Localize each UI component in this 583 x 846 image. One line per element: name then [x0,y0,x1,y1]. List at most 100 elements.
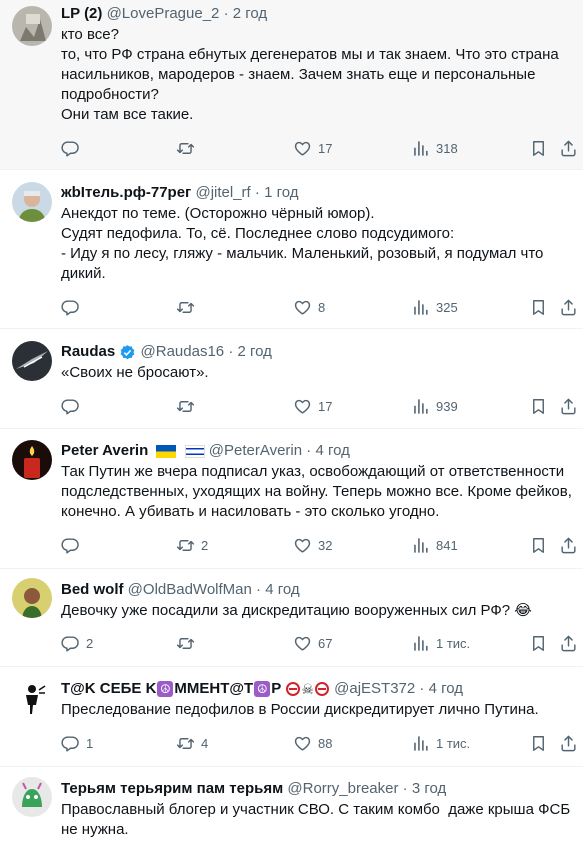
bookmark-button[interactable] [529,138,548,158]
tweet-actions: 2 32 841 [61,535,581,555]
author-handle[interactable]: @ajEST372 [334,680,415,697]
tweet[interactable]: Bed wolf @OldBadWolfMan · 4 год Девочку … [0,569,583,667]
like-button[interactable]: 67 [293,633,332,653]
tweet-actions: 2 67 1 тис. [61,633,581,653]
like-icon [293,397,312,416]
retweet-icon [176,397,195,416]
timestamp[interactable]: 4 год [315,442,349,459]
tweet[interactable]: LP (2) @LovePrague_2 · 2 год кто все? то… [0,0,583,170]
avatar[interactable] [12,440,52,480]
avatar[interactable] [12,182,52,222]
peace-symbol-icon: ☮ [157,681,174,698]
timestamp[interactable]: 1 год [264,184,298,201]
avatar[interactable] [12,578,52,618]
author-name[interactable]: LP (2) [61,5,102,22]
share-icon [559,634,578,653]
views-icon [411,397,430,416]
retweet-button[interactable] [176,633,201,653]
share-button[interactable] [559,535,578,555]
author-name[interactable]: жbIтель.рф-77рег [61,184,191,201]
views-icon [411,536,430,555]
reply-button[interactable] [61,138,86,158]
author-name[interactable]: Bed wolf [61,581,124,598]
retweet-icon [176,734,195,753]
share-button[interactable] [559,138,578,158]
share-button[interactable] [559,297,578,317]
retweet-icon [176,139,195,158]
reply-button[interactable] [61,535,86,555]
share-icon [559,734,578,753]
author-name[interactable]: Peter Averin [61,442,148,459]
views-icon [411,634,430,653]
views-button[interactable]: 841 [411,535,458,555]
like-button[interactable]: 32 [293,535,332,555]
author-name[interactable]: Raudas [61,343,115,360]
reply-button[interactable]: 2 [61,633,93,653]
bookmark-icon [529,734,548,753]
timestamp[interactable]: 4 год [265,581,299,598]
author-handle[interactable]: @LovePrague_2 [107,5,220,22]
share-icon [559,298,578,317]
avatar[interactable] [12,678,52,718]
like-button[interactable]: 8 [293,297,325,317]
views-button[interactable]: 325 [411,297,458,317]
author-handle[interactable]: @jitel_rf [195,184,250,201]
retweet-button[interactable]: 4 [176,733,208,753]
ukraine-flag-icon [156,444,177,458]
bookmark-icon [529,139,548,158]
author-handle[interactable]: @OldBadWolfMan [128,581,252,598]
tweet[interactable]: Peter Averin @PeterAverin · 4 год Так Пу… [0,429,583,569]
reply-button[interactable]: 1 [61,733,93,753]
like-button[interactable]: 88 [293,733,332,753]
tweet-text: Девочку уже посадили за дискредитацию во… [61,602,532,619]
timestamp[interactable]: 4 год [429,680,463,697]
bookmark-button[interactable] [529,396,548,416]
reply-icon [61,397,80,416]
tweet[interactable]: жbIтель.рф-77рег @jitel_rf · 1 год Анекд… [0,170,583,329]
tweet-header: T@K СЕБЕ K ☮ ММЕНТ@Т ☮ P ☠ @ajEST372 · 4 год [61,680,463,698]
author-name[interactable]: Терьям терьярим пам терьям [61,780,283,797]
tweet-actions: 17 318 [61,138,581,158]
like-button[interactable]: 17 [293,138,332,158]
share-button[interactable] [559,633,578,653]
tweet[interactable]: Терьям терьярим пам терьям @Rorry_breake… [0,767,583,846]
retweet-button[interactable] [176,297,201,317]
author-handle[interactable]: @Rorry_breaker [287,780,398,797]
skull-crossbones-icon: ☠ [301,681,314,698]
retweet-button[interactable]: 2 [176,535,208,555]
author-handle[interactable]: @PeterAverin [209,442,302,459]
reply-button[interactable] [61,297,86,317]
views-button[interactable]: 939 [411,396,458,416]
bookmark-button[interactable] [529,535,548,555]
like-icon [293,734,312,753]
tweet-actions: 8 325 [61,297,581,317]
bookmark-button[interactable] [529,297,548,317]
retweet-icon [176,298,195,317]
timestamp[interactable]: 2 год [233,5,267,22]
tweet[interactable]: Raudas @Raudas16 · 2 год «Своих не броса… [0,329,583,429]
timestamp[interactable]: 2 год [238,343,272,360]
views-icon [411,298,430,317]
israel-flag-icon [184,444,205,458]
avatar[interactable] [12,341,52,381]
like-icon [293,536,312,555]
author-name[interactable]: T@K СЕБЕ K ☮ ММЕНТ@Т ☮ P [61,680,281,698]
retweet-button[interactable] [176,138,201,158]
tweet-header: Peter Averin @PeterAverin · 4 год [61,442,350,459]
bookmark-button[interactable] [529,633,548,653]
author-handle[interactable]: @Raudas16 [141,343,225,360]
views-button[interactable]: 1 тис. [411,733,470,753]
retweet-button[interactable] [176,396,201,416]
timestamp[interactable]: 3 год [412,780,446,797]
avatar[interactable] [12,777,52,817]
share-button[interactable] [559,396,578,416]
share-button[interactable] [559,733,578,753]
share-icon [559,536,578,555]
tweet[interactable]: T@K СЕБЕ K ☮ ММЕНТ@Т ☮ P ☠ @ajEST372 · 4 год… [0,667,583,767]
avatar[interactable] [12,6,52,46]
like-button[interactable]: 17 [293,396,332,416]
bookmark-button[interactable] [529,733,548,753]
views-button[interactable]: 1 тис. [411,633,470,653]
views-button[interactable]: 318 [411,138,458,158]
reply-button[interactable] [61,396,86,416]
